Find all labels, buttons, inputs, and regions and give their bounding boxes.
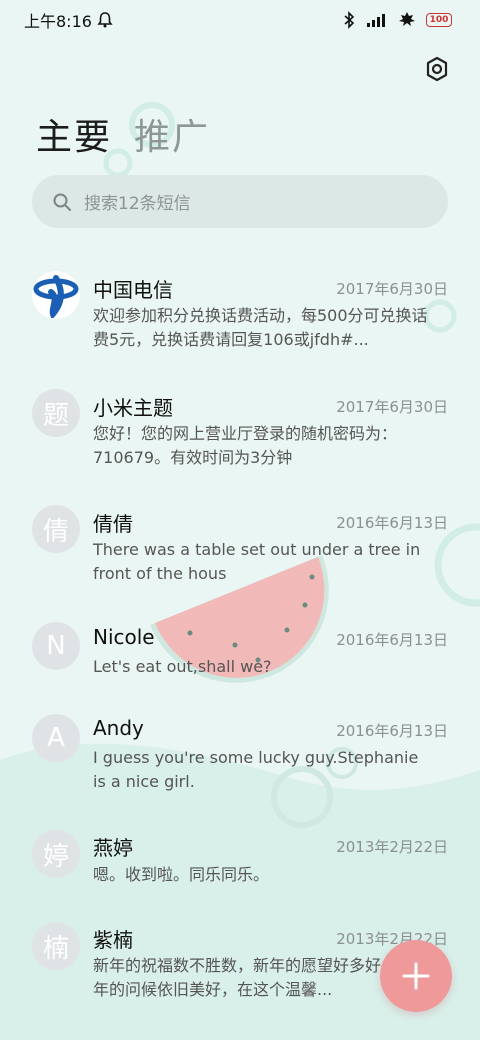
message-preview: Let's eat out,shall we? bbox=[93, 657, 272, 676]
contact-name: 中国电信 bbox=[93, 278, 173, 302]
tab-promotions[interactable]: 推广 bbox=[134, 108, 210, 160]
search-placeholder: 搜索12条短信 bbox=[84, 194, 191, 214]
contact-name: 小米主题 bbox=[93, 396, 173, 420]
new-message-button[interactable] bbox=[380, 940, 452, 1012]
avatar: 婷 bbox=[32, 830, 80, 878]
contact-name: Andy bbox=[93, 716, 144, 740]
battery-icon: 100 bbox=[426, 13, 452, 27]
contact-name: Nicole bbox=[93, 625, 155, 649]
search-bar[interactable]: 搜索12条短信 bbox=[32, 175, 448, 228]
message-date: 2017年6月30日 bbox=[336, 398, 448, 416]
message-preview: I guess you're some lucky guy.Stephanie … bbox=[93, 748, 419, 791]
message-preview: 嗯。收到啦。同乐同乐。 bbox=[93, 865, 270, 884]
message-preview: 您好！您的网上营业厅登录的随机密码为：710679。有效时间为3分钟 bbox=[93, 424, 398, 467]
message-date: 2017年6月30日 bbox=[336, 280, 448, 298]
status-bar: 上午8:16 100 bbox=[0, 0, 480, 40]
settings-button[interactable] bbox=[420, 52, 454, 86]
message-item[interactable]: A Andy 2016年6月13日 I guess you're some lu… bbox=[0, 704, 480, 814]
tab-primary[interactable]: 主要 bbox=[36, 108, 112, 160]
avatar: N bbox=[32, 622, 80, 670]
contact-name: 紫楠 bbox=[93, 928, 133, 952]
china-telecom-logo-icon bbox=[33, 273, 79, 318]
message-date: 2016年6月13日 bbox=[336, 514, 448, 532]
message-preview: There was a table set out under a tree i… bbox=[93, 540, 421, 583]
plus-icon bbox=[402, 962, 430, 990]
message-date: 2016年6月13日 bbox=[336, 631, 448, 649]
message-date: 2013年2月22日 bbox=[336, 838, 448, 856]
message-item[interactable]: 倩 倩倩 2016年6月13日 There was a table set ou… bbox=[0, 492, 480, 602]
message-item[interactable]: 婷 燕婷 2013年2月22日 嗯。收到啦。同乐同乐。 bbox=[0, 818, 480, 908]
message-item[interactable]: N Nicole 2016年6月13日 Let's eat out,shall … bbox=[0, 609, 480, 699]
message-date: 2016年6月13日 bbox=[336, 722, 448, 740]
avatar: 倩 bbox=[32, 505, 80, 553]
settings-hexagon-icon bbox=[426, 56, 448, 82]
contact-name: 倩倩 bbox=[93, 512, 133, 536]
signal-icon bbox=[367, 14, 385, 27]
avatar bbox=[32, 271, 80, 319]
bluetooth-icon bbox=[344, 11, 355, 29]
avatar: A bbox=[32, 714, 80, 762]
avatar: 题 bbox=[32, 389, 80, 437]
avatar: 楠 bbox=[32, 922, 80, 970]
message-item[interactable]: 题 小米主题 2017年6月30日 您好！您的网上营业厅登录的随机密码为：710… bbox=[0, 376, 480, 486]
status-time: 上午8:16 bbox=[24, 12, 92, 31]
contact-name: 燕婷 bbox=[93, 836, 133, 860]
search-icon bbox=[53, 193, 71, 211]
tab-bar: 主要 推广 bbox=[36, 108, 210, 160]
notification-bell-icon bbox=[97, 12, 113, 28]
leaf-icon bbox=[399, 12, 415, 26]
message-preview: 欢迎参加积分兑换话费活动，每500分可兑换话费5元，兑换话费请回复106或jfd… bbox=[93, 306, 428, 349]
message-item[interactable]: 中国电信 2017年6月30日 欢迎参加积分兑换话费活动，每500分可兑换话费5… bbox=[0, 258, 480, 368]
